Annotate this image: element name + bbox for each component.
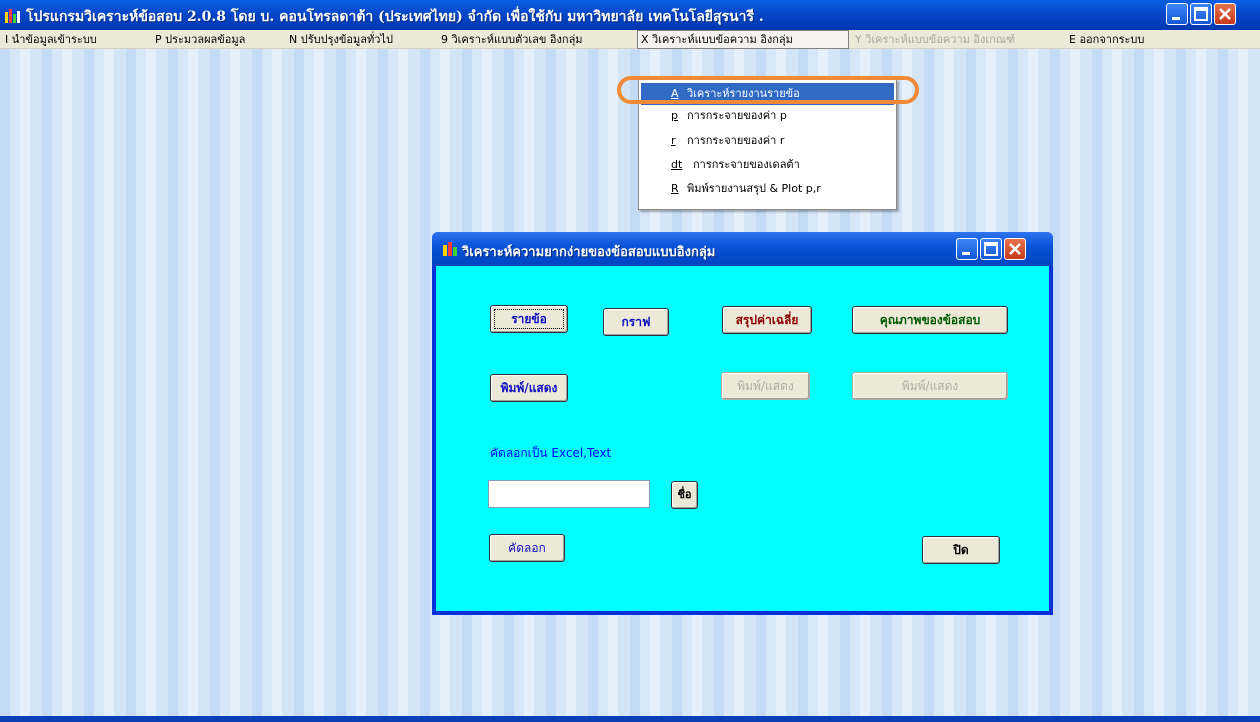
minimize-icon <box>962 252 970 255</box>
bottom-frame <box>0 716 1260 722</box>
dialog-title-bar[interactable]: วิเคราะห์ความยากง่ายของข้อสอบแบบอิงกลุ่ม <box>432 232 1053 266</box>
print-show-quality-button: พิมพ์/แสดง <box>852 372 1008 400</box>
minimize-icon <box>1172 17 1180 20</box>
menu-exit[interactable]: E ออกจากระบบ <box>1066 30 1147 49</box>
close-button[interactable] <box>1214 3 1236 25</box>
menu-import[interactable]: I นำข้อมูลเข้าระบบ <box>2 30 100 49</box>
maximize-icon <box>984 242 998 256</box>
copy-button[interactable]: คัดลอก <box>489 534 565 562</box>
dialog-maximize-button[interactable] <box>980 238 1002 260</box>
menu-bar: I นำข้อมูลเข้าระบบ P ประมวลผลข้อมูล N ปร… <box>0 30 1260 49</box>
print-show-summary-button: พิมพ์/แสดง <box>721 372 810 400</box>
name-button[interactable]: ชื่อ <box>671 481 698 509</box>
copy-as-label: คัดลอกเป็น Excel,Text <box>490 446 612 460</box>
dialog-title: วิเคราะห์ความยากง่ายของข้อสอบแบบอิงกลุ่ม <box>462 245 716 260</box>
close-dialog-button[interactable]: ปิด <box>922 536 1000 564</box>
dialog-client-area: รายข้อ กราฟ สรุปค่าเฉลี่ย คุณภาพของข้อสอ… <box>436 266 1049 611</box>
menu-text-analysis-group[interactable]: X วิเคราะห์แบบข้อความ อิงกลุ่ม <box>637 30 849 49</box>
app-title: โปรแกรมวิเคราะห์ข้อสอบ 2.0.8 โดย บ. คอนโ… <box>26 9 764 25</box>
maximize-icon <box>1194 7 1208 21</box>
summary-average-button[interactable]: สรุปค่าเฉลี่ย <box>722 306 812 334</box>
difficulty-analysis-dialog: วิเคราะห์ความยากง่ายของข้อสอบแบบอิงกลุ่ม… <box>432 232 1053 615</box>
print-show-button[interactable]: พิมพ์/แสดง <box>490 374 568 402</box>
dropdown-item-r-distribution[interactable]: r การกระจายของค่า r <box>641 130 894 152</box>
by-item-button[interactable]: รายข้อ <box>490 305 568 333</box>
dialog-minimize-button[interactable] <box>956 238 978 260</box>
app-icon <box>4 6 22 24</box>
app-title-bar[interactable]: โปรแกรมวิเคราะห์ข้อสอบ 2.0.8 โดย บ. คอนโ… <box>0 0 1260 30</box>
menu-numeric-analysis[interactable]: 9 วิเคราะห์แบบตัวเลข อิงกลุ่ม <box>438 30 586 49</box>
menu-update[interactable]: N ปรับปรุงข้อมูลทั่วไป <box>286 30 396 49</box>
dropdown-item-delta-distribution[interactable]: dt การกระจายของเดลต้า <box>641 154 894 176</box>
dialog-close-button[interactable] <box>1004 238 1026 260</box>
close-icon <box>1009 243 1021 255</box>
menu-text-analysis-criterion: Y วิเคราะห์แบบข้อความ อิงเกณฑ์ <box>855 33 1016 46</box>
graph-button[interactable]: กราฟ <box>603 308 669 336</box>
menu-process[interactable]: P ประมวลผลข้อมูล <box>152 30 248 49</box>
dialog-app-icon <box>442 241 460 260</box>
annotation-highlight-ring <box>617 76 919 104</box>
dropdown-item-p-distribution[interactable]: p การกระจายของค่า p <box>641 105 894 127</box>
filename-input[interactable] <box>488 480 650 508</box>
minimize-button[interactable] <box>1166 3 1188 25</box>
test-quality-button[interactable]: คุณภาพของข้อสอบ <box>852 306 1008 334</box>
dropdown-item-print-summary[interactable]: R พิมพ์รายงานสรุป & Plot p,r <box>641 178 894 200</box>
maximize-button[interactable] <box>1190 3 1212 25</box>
close-icon <box>1219 8 1231 20</box>
